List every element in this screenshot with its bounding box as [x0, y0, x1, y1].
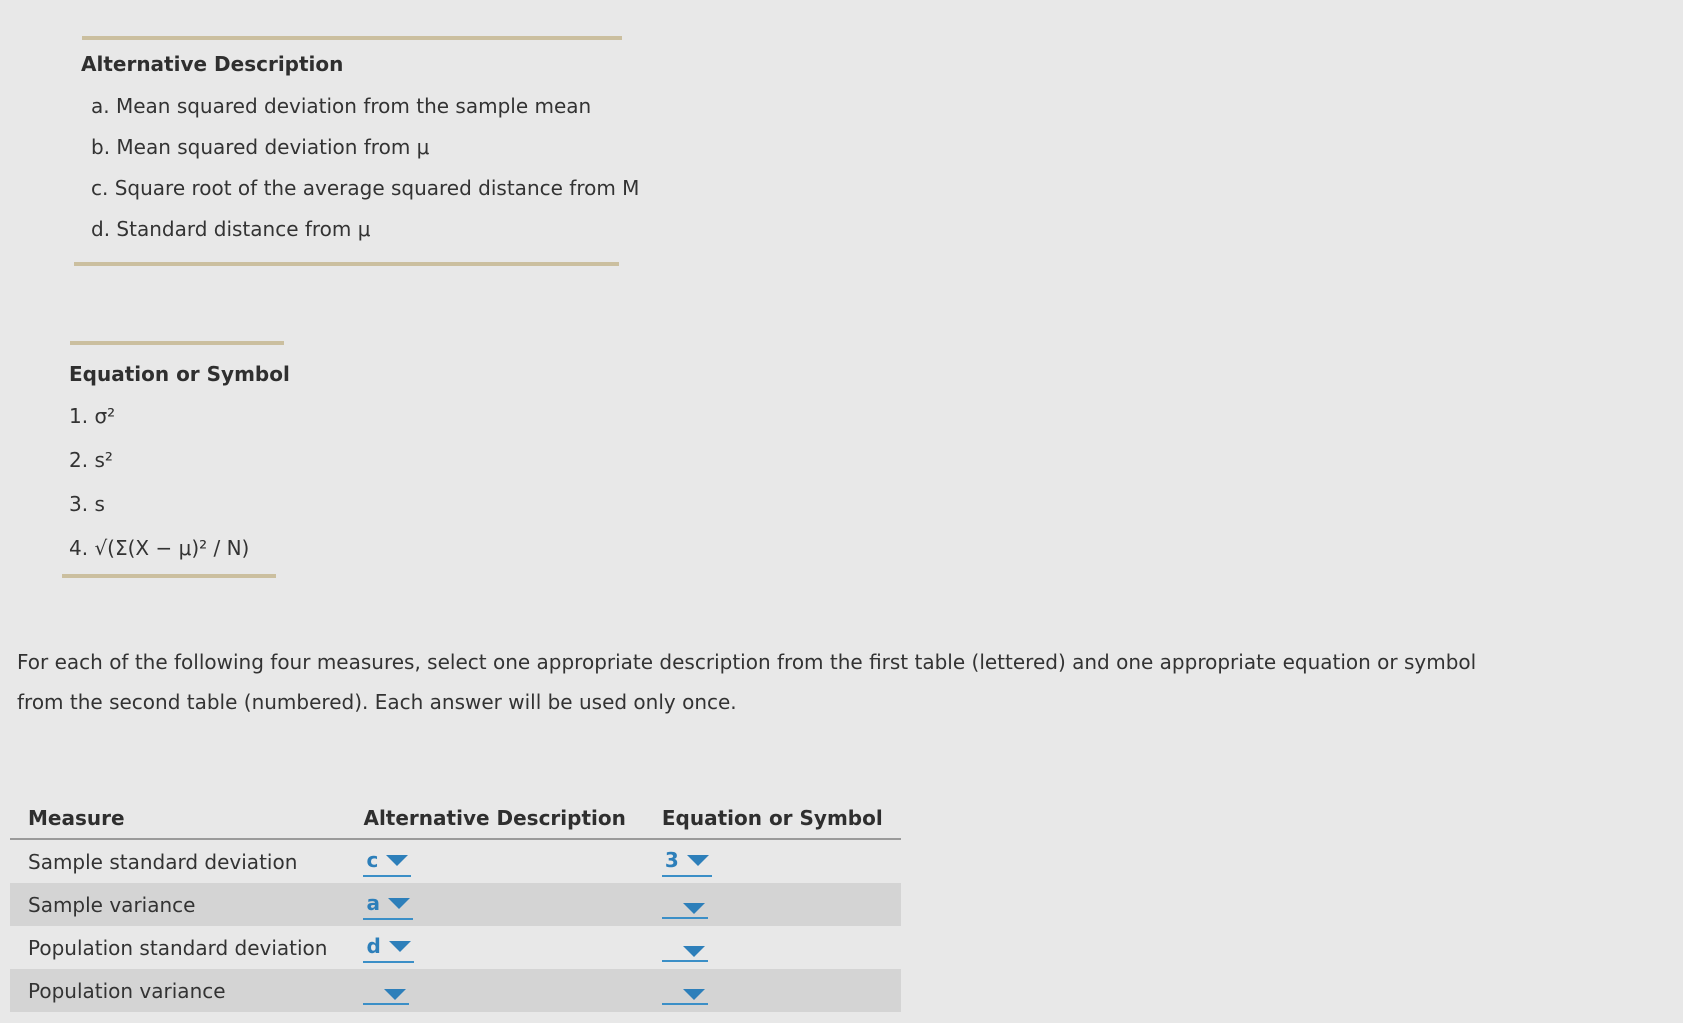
chevron-down-icon — [682, 946, 705, 958]
equation-table: Equation or Symbol 1. σ² 2. s² 3. s 4. √… — [69, 362, 290, 580]
description-table: Alternative Description a. Mean squared … — [81, 52, 639, 258]
description-dropdown[interactable]: c — [363, 846, 412, 877]
equation-dropdown[interactable] — [661, 901, 708, 920]
table-row: Population standard deviation d — [10, 926, 901, 969]
description-cell: a — [345, 883, 644, 926]
instructions-text: For each of the following four measures,… — [17, 650, 1477, 714]
description-dropdown[interactable]: a — [363, 889, 413, 920]
chevron-down-icon — [387, 897, 410, 909]
description-bottom-rule — [74, 262, 619, 266]
equation-dropdown[interactable]: 3 — [661, 846, 712, 877]
description-column-header: Alternative Description — [345, 800, 644, 840]
equation-dropdown-value: 3 — [664, 848, 679, 872]
table-row: Sample variance a — [10, 883, 901, 926]
equation-cell — [644, 926, 901, 969]
answer-table-header-row: Measure Alternative Description Equation… — [10, 800, 901, 840]
description-dropdown-value: d — [366, 934, 381, 958]
description-top-rule — [82, 36, 622, 40]
chevron-down-icon — [686, 854, 709, 866]
description-dropdown[interactable] — [363, 987, 410, 1006]
equation-column-header: Equation or Symbol — [643, 800, 901, 840]
equation-item-3: 3. s — [69, 492, 105, 516]
chevron-down-icon — [384, 989, 407, 1001]
equation-item-2: 2. s² — [69, 448, 113, 472]
equation-cell — [643, 969, 901, 1012]
measure-cell: Population variance — [10, 969, 346, 1012]
table-row: Population variance — [10, 969, 901, 1012]
chevron-down-icon — [682, 903, 705, 915]
measure-cell: Sample standard deviation — [28, 849, 298, 874]
chevron-down-icon — [682, 989, 705, 1001]
equation-table-title: Equation or Symbol — [69, 362, 290, 386]
description-item-a: a. Mean squared deviation from the sampl… — [91, 94, 592, 118]
measure-cell: Population standard deviation — [28, 935, 328, 960]
description-dropdown-value: c — [366, 848, 379, 872]
description-item-c: c. Square root of the average squared di… — [91, 176, 640, 200]
description-dropdown-value: a — [366, 891, 380, 915]
equation-dropdown[interactable] — [661, 944, 708, 963]
equation-item-1: 1. σ² — [69, 404, 116, 428]
measure-column-header: Measure — [10, 800, 346, 840]
answer-table: Measure Alternative Description Equation… — [10, 800, 901, 1012]
description-table-title: Alternative Description — [81, 52, 344, 76]
equation-bottom-rule — [62, 574, 276, 578]
chevron-down-icon — [388, 940, 411, 952]
equation-cell — [643, 883, 901, 926]
description-dropdown[interactable]: d — [363, 932, 414, 963]
equation-dropdown[interactable] — [661, 987, 708, 1006]
description-item-d: d. Standard distance from μ — [91, 217, 371, 241]
measure-cell: Sample variance — [10, 883, 346, 926]
equation-top-rule — [70, 341, 284, 345]
equation-cell: 3 — [644, 839, 901, 883]
description-item-b: b. Mean squared deviation from μ — [91, 135, 430, 159]
description-cell: c — [345, 839, 643, 883]
description-cell: d — [345, 926, 643, 969]
equation-item-4: 4. √(Σ(X − μ)² / N) — [69, 536, 250, 560]
description-cell — [345, 969, 644, 1012]
chevron-down-icon — [386, 854, 409, 866]
table-row: Sample standard deviation c 3 — [10, 839, 901, 883]
